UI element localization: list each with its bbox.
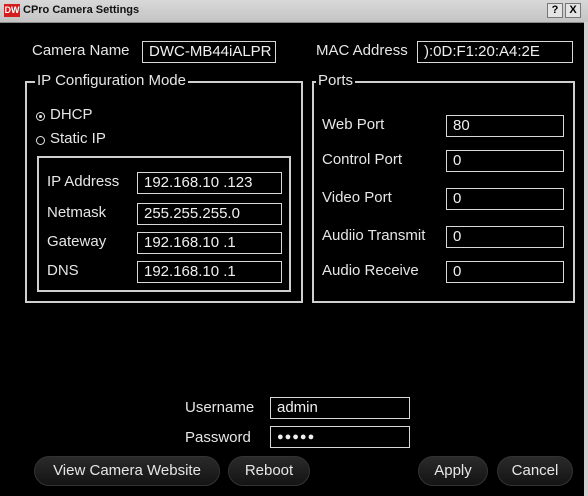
gateway-label: Gateway	[47, 233, 107, 250]
audio-transmit-field[interactable]: 0	[446, 226, 564, 248]
cancel-button[interactable]: Cancel	[497, 456, 573, 486]
web-port-label: Web Port	[322, 116, 385, 133]
title-bar: DW CPro Camera Settings ? X	[0, 0, 588, 23]
web-port-field[interactable]: 80	[446, 115, 564, 137]
audio-transmit-label: Audiio Transmit	[322, 227, 426, 244]
ip-address-label: IP Address	[47, 173, 120, 190]
dhcp-radio[interactable]	[36, 112, 45, 121]
gateway-field[interactable]: 192.168.10 .1	[137, 232, 282, 254]
audio-receive-label: Audio Receive	[322, 262, 419, 279]
window-title: CPro Camera Settings	[23, 4, 140, 16]
dhcp-label[interactable]: DHCP	[50, 106, 93, 123]
mac-address-field[interactable]: ):0D:F1:20:A4:2E	[417, 41, 573, 63]
dns-label: DNS	[47, 262, 79, 279]
video-port-field[interactable]: 0	[446, 188, 564, 210]
video-port-label: Video Port	[322, 189, 392, 206]
password-label: Password	[185, 429, 251, 446]
control-port-field[interactable]: 0	[446, 150, 564, 172]
ip-address-field[interactable]: 192.168.10 .123	[137, 172, 282, 194]
password-field[interactable]: ●●●●●	[270, 426, 410, 448]
netmask-field[interactable]: 255.255.255.0	[137, 203, 282, 225]
dns-field[interactable]: 192.168.10 .1	[137, 261, 282, 283]
reboot-button[interactable]: Reboot	[228, 456, 310, 486]
audio-receive-field[interactable]: 0	[446, 261, 564, 283]
view-camera-website-button[interactable]: View Camera Website	[34, 456, 220, 486]
static-ip-label[interactable]: Static IP	[50, 130, 106, 147]
window-edge	[584, 22, 588, 496]
camera-name-label: Camera Name	[32, 42, 130, 59]
static-ip-radio[interactable]	[36, 136, 45, 145]
help-button[interactable]: ?	[547, 3, 563, 18]
mac-address-label: MAC Address	[316, 42, 408, 59]
control-port-label: Control Port	[322, 151, 403, 168]
username-field[interactable]: admin	[270, 397, 410, 419]
close-button[interactable]: X	[565, 3, 581, 18]
ports-legend: Ports	[316, 72, 356, 89]
ip-config-legend: IP Configuration Mode	[35, 72, 188, 89]
app-logo-icon: DW	[4, 4, 20, 17]
netmask-label: Netmask	[47, 204, 107, 221]
username-label: Username	[185, 399, 255, 416]
apply-button[interactable]: Apply	[418, 456, 488, 486]
camera-name-field[interactable]: DWC-MB44iALPR	[142, 41, 276, 63]
